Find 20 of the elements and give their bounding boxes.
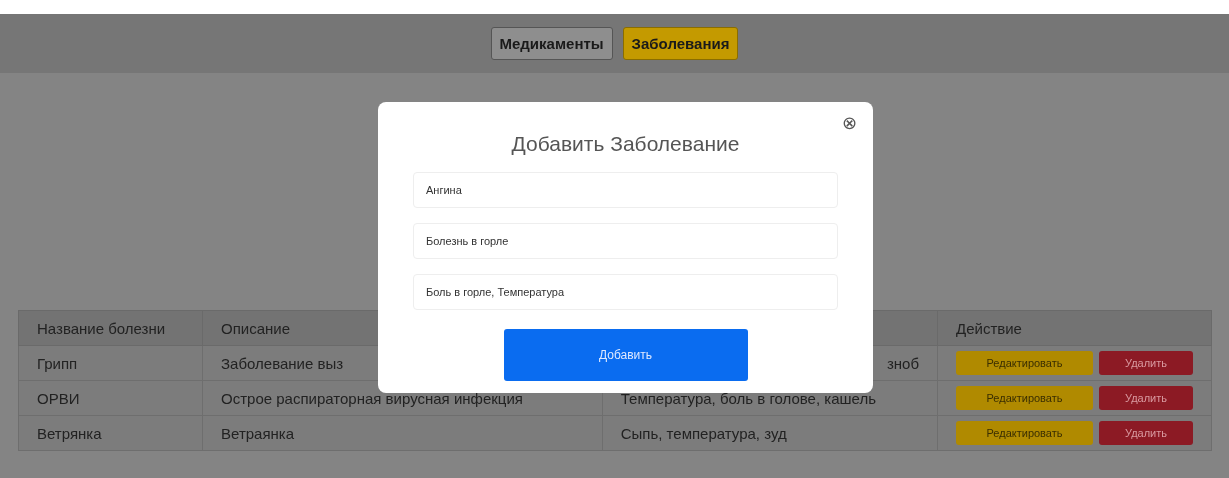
nav-tab[interactable]: Медикаменты (490, 27, 613, 60)
table-cell: Ветрянка (18, 415, 203, 451)
input-field[interactable]: Болезнь в горле (413, 223, 838, 259)
edit-button[interactable]: Редактировать (956, 421, 1093, 445)
table-cell: ОРВИ (18, 380, 203, 416)
edit-button[interactable]: Редактировать (956, 386, 1093, 410)
table-cell: Ветраянка (202, 415, 603, 451)
table-header-cell: Название болезни (18, 310, 203, 346)
edit-button[interactable]: Редактировать (956, 351, 1093, 375)
delete-button[interactable]: Удалить (1099, 421, 1193, 445)
modal-title: Добавить Заболевание (511, 132, 740, 156)
input-field[interactable]: Боль в горле, Температура (413, 274, 838, 310)
delete-button[interactable]: Удалить (1099, 351, 1193, 375)
table-header-cell: Действие (937, 310, 1212, 346)
delete-button[interactable]: Удалить (1099, 386, 1193, 410)
input-field[interactable]: Ангина (413, 172, 838, 208)
add-button[interactable]: Добавить (503, 329, 748, 381)
table-cell: Сыпь, температура, зуд (602, 415, 938, 451)
table-cell: Грипп (18, 345, 203, 381)
nav-tab[interactable]: Заболевания (622, 27, 739, 60)
